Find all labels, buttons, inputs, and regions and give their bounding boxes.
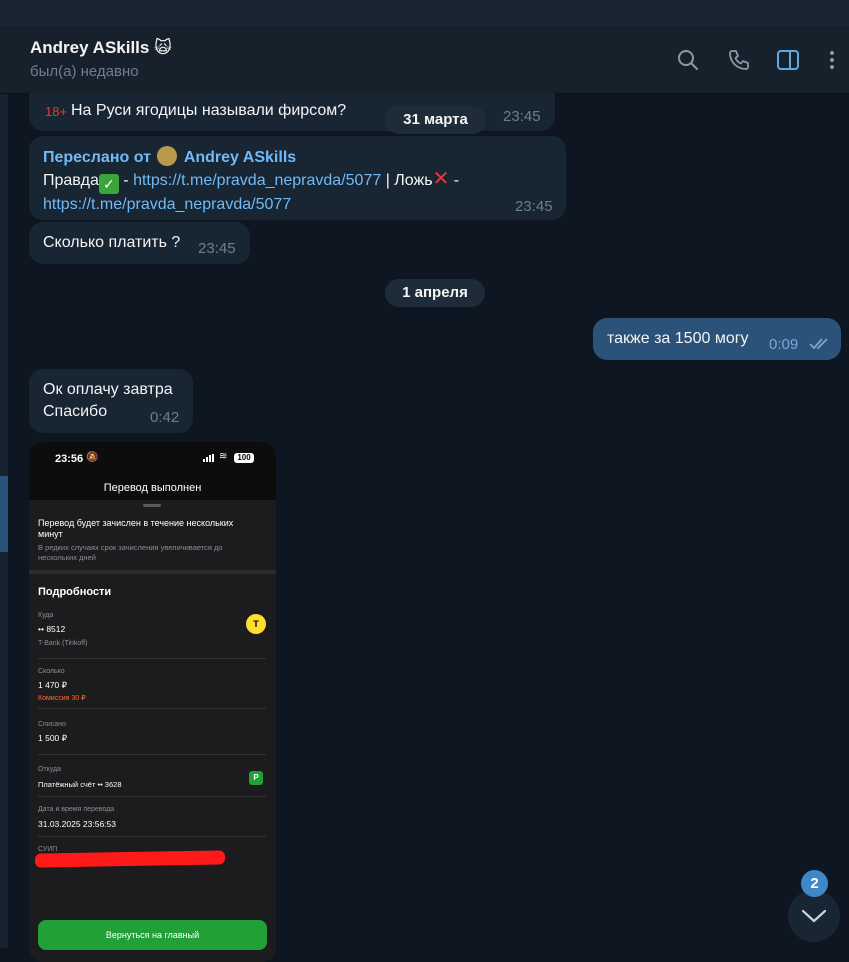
divider xyxy=(38,836,266,837)
contact-status: был(а) недавно xyxy=(30,63,139,80)
message-text: На Руси ягодицы называли фирсом? xyxy=(71,102,347,119)
scroll-down-button[interactable] xyxy=(788,890,840,942)
message-text-line1: Ок оплачу завтра xyxy=(43,381,173,398)
message-incoming[interactable]: Сколько платить ? 23:45 xyxy=(29,222,250,264)
age-badge: 18+ xyxy=(45,104,68,119)
link-pravda[interactable]: https://t.me/pravda_nepravda/5077 xyxy=(133,172,381,189)
forward-header[interactable]: Переслано от Andrey ASkills xyxy=(43,146,296,167)
amount-value: 1 470 ₽ xyxy=(38,680,68,690)
bell-off-icon: 🔕 xyxy=(86,452,99,463)
double-check-icon xyxy=(809,338,828,350)
text-separator: - xyxy=(118,172,134,189)
receipt-clock: 23:56 xyxy=(55,453,84,465)
photo-receipt[interactable]: 23:56 🔕 ≋ 100 Перевод выполнен Перевод б… xyxy=(29,442,276,962)
search-icon[interactable] xyxy=(676,48,700,72)
commission: Комиссия 30 ₽ xyxy=(38,695,86,702)
date-separator: 31 марта xyxy=(385,106,486,134)
suip-label: СУИП xyxy=(38,846,58,853)
cross-mark-icon: ✕ xyxy=(432,168,450,190)
back-to-main-button: Вернуться на главный xyxy=(38,920,267,950)
details-heading: Подробности xyxy=(38,586,112,598)
to-label: Куда xyxy=(38,612,54,619)
forward-name[interactable]: Andrey ASkills xyxy=(184,149,296,166)
message-time: 0:42 xyxy=(150,409,180,426)
message-text: Правда ✓ - https://t.me/pravda_nepravda/5… xyxy=(43,168,543,216)
date-separator: 1 апреля xyxy=(385,279,485,307)
to-value: •• 8512 xyxy=(38,624,66,634)
receipt-subnote: В редких случаях срок зачисления увеличи… xyxy=(38,543,223,562)
receipt-title: Перевод выполнен xyxy=(29,476,276,500)
text-false: | Ложь xyxy=(381,172,433,189)
message-time: 23:45 xyxy=(503,108,541,125)
message-text: также за 1500 могу xyxy=(607,330,749,347)
more-vertical-icon[interactable] xyxy=(820,48,844,72)
signal-icon xyxy=(203,454,215,462)
sidebar-toggle-icon[interactable] xyxy=(776,48,800,72)
divider xyxy=(38,708,266,709)
from-label: Откуда xyxy=(38,766,62,773)
account-logo: Р xyxy=(249,771,263,785)
datetime-value: 31.03.2025 23:56:53 xyxy=(38,819,116,829)
contact-name-text: Andrey ASkills xyxy=(30,38,150,57)
message-forwarded[interactable]: Переслано от Andrey ASkills Правда ✓ - ht… xyxy=(29,136,566,220)
text-separator: - xyxy=(449,172,460,189)
debited-value: 1 500 ₽ xyxy=(38,733,68,743)
message-time: 23:45 xyxy=(198,240,236,257)
chat-list-selected-edge[interactable] xyxy=(0,476,8,552)
receipt-status-bar: 23:56 🔕 ≋ 100 xyxy=(29,442,276,476)
forward-avatar xyxy=(157,146,178,166)
message-time: 23:45 xyxy=(515,198,553,215)
message-incoming[interactable]: Ок оплачу завтра Спасибо 0:42 xyxy=(29,369,193,433)
message-text: Сколько платить ? xyxy=(43,234,181,251)
message-time: 0:09 xyxy=(769,336,799,353)
debited-label: Списано xyxy=(38,721,66,728)
unread-badge: 2 xyxy=(801,870,828,897)
amount-label: Сколько xyxy=(38,668,65,675)
from-value: Платёжный счёт •• 3628 xyxy=(38,780,122,789)
datetime-label: Дата и время перевода xyxy=(38,806,115,813)
contact-name-emoji: 🙀 xyxy=(154,38,172,57)
check-mark-icon: ✓ xyxy=(98,174,119,194)
message-outgoing[interactable]: также за 1500 могу 0:09 xyxy=(593,318,841,360)
contact-name[interactable]: Andrey ASkills 🙀 xyxy=(30,38,172,58)
battery-icon: 100 xyxy=(234,453,254,463)
chat-header: Andrey ASkills 🙀 был(а) недавно xyxy=(0,26,849,94)
divider xyxy=(38,658,266,659)
forward-label: Переслано от xyxy=(43,149,151,166)
message-text-line2: Спасибо xyxy=(43,403,108,420)
link-nepravda[interactable]: https://t.me/pravda_nepravda/5077 xyxy=(43,196,291,213)
receipt-details: Подробности Куда •• 8512 T-Bank (Tinkoff… xyxy=(29,574,276,962)
receipt-note: Перевод будет зачислен в течение несколь… xyxy=(38,518,234,539)
receipt-notice: Перевод будет зачислен в течение несколь… xyxy=(29,500,276,572)
phone-icon[interactable] xyxy=(727,48,751,72)
divider xyxy=(38,796,266,797)
tbank-logo: T xyxy=(246,614,266,634)
chevron-down-icon xyxy=(801,909,827,923)
wifi-icon: ≋ xyxy=(219,451,228,462)
sheet-handle xyxy=(143,504,161,507)
text-true: Правда xyxy=(43,172,99,189)
divider xyxy=(38,754,266,755)
redaction-mark xyxy=(34,850,226,868)
window-top-strip xyxy=(0,0,849,26)
to-bank: T-Bank (Tinkoff) xyxy=(38,640,88,647)
